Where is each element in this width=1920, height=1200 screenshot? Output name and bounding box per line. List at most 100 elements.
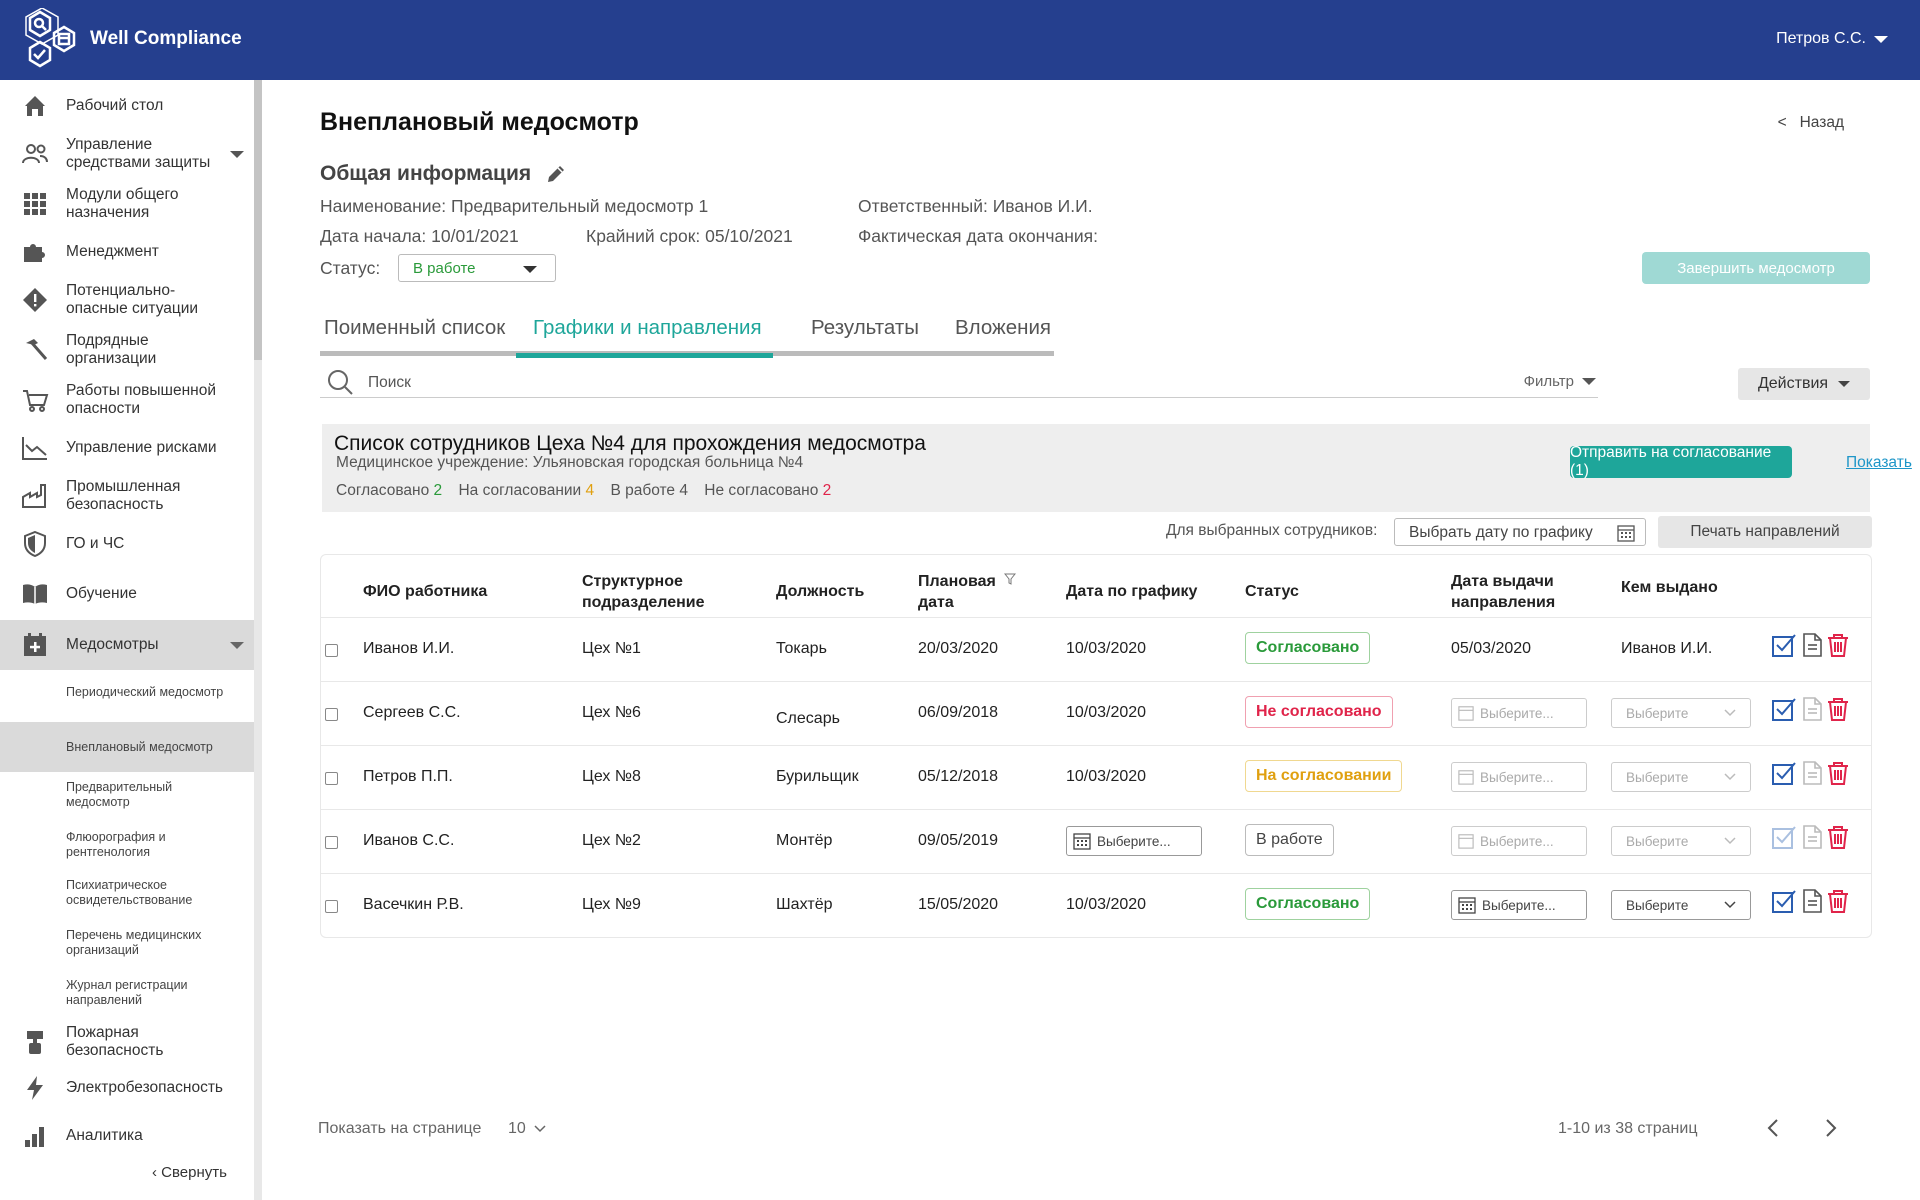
calendar-icon [1458,706,1474,721]
sidebar-subitem-label: Предварительный медосмотр [66,780,173,809]
issued-date-picker[interactable]: Выберите... [1451,762,1587,792]
show-link[interactable]: Показать [1846,454,1912,472]
sidebar-subitem-journal[interactable]: Журнал регистрации направлений [0,978,254,1018]
chevron-right-icon [1826,1119,1837,1137]
tab-attachments[interactable]: Вложения [955,316,1051,356]
cell-position: Бурильщик [776,768,859,785]
sidebar-item-label: Электробезопасность [66,1079,223,1096]
search-icon [328,370,353,395]
document-icon[interactable] [1799,632,1825,658]
sidebar-item-industrial-safety[interactable]: Промышленная безопасность [0,474,254,518]
sidebar-item-analytics[interactable]: Аналитика [0,1116,254,1156]
document-icon[interactable] [1799,760,1825,786]
info-actual-end: Фактическая дата окончания: [858,226,1098,246]
issued-by-select[interactable]: Выберите [1611,826,1751,856]
users-icon [20,139,50,169]
sidebar-item-contractors[interactable]: Подрядные организации [0,328,254,372]
search-input[interactable] [368,374,1268,392]
sidebar-collapse-button[interactable]: ‹ Свернуть [152,1164,227,1181]
filter-button[interactable]: Фильтр [1524,373,1596,390]
actions-button[interactable]: Действия [1738,368,1870,400]
sidebar-item-fire-safety[interactable]: Пожарная безопасность [0,1020,254,1064]
back-button[interactable]: < Назад [1778,114,1844,132]
row-checkbox[interactable] [325,836,338,849]
table-row[interactable]: Васечкин Р.В. Цех №9 Шахтёр 15/05/2020 1… [321,873,1871,937]
trash-icon[interactable] [1825,888,1851,914]
sidebar-item-civil-defense[interactable]: ГО и ЧС [0,524,254,564]
sidebar-item-protection[interactable]: Управление средствами защиты [0,132,254,176]
table-row[interactable]: Иванов С.С. Цех №2 Монтёр 09/05/2019 Выб… [321,809,1871,873]
cell-name: Иванов С.С. [363,832,455,849]
send-for-approval-button[interactable]: Отправить на согласование (1) [1570,444,1792,479]
tab-named-list[interactable]: Поименный список [324,316,505,356]
sidebar-item-hazardous-works[interactable]: Работы повышенной опасности [0,378,254,422]
document-icon[interactable] [1799,888,1825,914]
scheduled-date-picker[interactable]: Выберите... [1066,826,1202,856]
page-size-value: 10 [508,1120,526,1137]
chevron-down-icon [1724,837,1736,845]
table-row[interactable]: Петров П.П. Цех №8 Бурильщик 05/12/2018 … [321,745,1871,809]
select-placeholder: Выберите [1626,705,1689,721]
sidebar-item-risks[interactable]: Управление рисками [0,428,254,468]
next-page-button[interactable] [1816,1110,1846,1146]
sidebar-item-modules[interactable]: Модули общего назначения [0,182,254,226]
issued-date-picker[interactable]: Выберите... [1451,890,1587,920]
trash-icon[interactable] [1825,760,1851,786]
prev-page-button[interactable] [1758,1110,1788,1146]
sidebar-subitem-unscheduled[interactable]: Внеплановый медосмотр [0,722,254,772]
sidebar-subitem-fluorography[interactable]: Флюорография и рентгенология [0,830,254,870]
sidebar-item-training[interactable]: Обучение [0,574,254,614]
approve-check-icon[interactable] [1771,632,1797,658]
row-checkbox[interactable] [325,644,338,657]
sidebar-scrollbar[interactable] [254,80,262,1200]
cell-scheduled-date: 10/03/2020 [1066,896,1147,913]
tab-schedules[interactable]: Графики и направления [533,316,762,356]
scrollbar-thumb[interactable] [254,80,262,360]
tab-results[interactable]: Результаты [811,316,919,356]
table-row[interactable]: Иванов И.И. Цех №1 Токарь 20/03/2020 10/… [321,617,1871,681]
issued-by-select[interactable]: Выберите [1611,698,1751,728]
cell-position: Шахтёр [776,896,833,913]
row-checkbox[interactable] [325,772,338,785]
sidebar-subitem-periodic[interactable]: Периодический медосмотр [0,676,254,708]
sidebar-item-hazards[interactable]: Потенциально-опасные ситуации [0,278,254,322]
puzzle-icon [20,237,50,267]
sidebar-item-electrical-safety[interactable]: Электробезопасность [0,1068,254,1108]
table-row[interactable]: Сергеев С.С. Цех №6 Слесарь 06/09/2018 1… [321,681,1871,745]
sidebar-subitem-medical-orgs[interactable]: Перечень медицинских организаций [0,928,254,968]
sidebar: Рабочий стол Управление средствами защит… [0,80,254,1200]
select-schedule-date-button[interactable]: Выбрать дату по графику [1394,518,1646,546]
sidebar-item-medical[interactable]: Медосмотры [0,620,254,670]
page-size-select[interactable]: 10 [508,1120,546,1138]
filter-funnel-icon[interactable] [1004,573,1016,585]
approve-check-icon[interactable] [1771,824,1797,850]
row-checkbox[interactable] [325,708,338,721]
trash-icon[interactable] [1825,632,1851,658]
sidebar-subitem-psychiatric[interactable]: Психиатрическое освидетельствование [0,878,254,918]
issued-by-select[interactable]: Выберите [1611,890,1751,920]
trash-icon[interactable] [1825,696,1851,722]
print-referrals-button[interactable]: Печать направлений [1658,516,1872,548]
issued-date-picker[interactable]: Выберите... [1451,826,1587,856]
sidebar-item-desktop[interactable]: Рабочий стол [0,86,254,126]
sidebar-item-label: Управление рисками [66,439,217,456]
sidebar-item-management[interactable]: Менеджмент [0,232,254,272]
trash-icon[interactable] [1825,824,1851,850]
row-checkbox[interactable] [325,900,338,913]
document-icon[interactable] [1799,824,1825,850]
sidebar-subitem-preliminary[interactable]: Предварительный медосмотр [0,780,254,820]
document-icon[interactable] [1799,696,1825,722]
user-menu[interactable]: Петров С.С. [1776,30,1888,48]
issued-by-select[interactable]: Выберите [1611,762,1751,792]
approve-check-icon[interactable] [1771,888,1797,914]
sidebar-item-label: Аналитика [66,1127,143,1144]
approve-check-icon[interactable] [1771,760,1797,786]
status-select[interactable]: В работе [398,254,556,282]
sidebar-item-label: ГО и ЧС [66,535,125,552]
finish-exam-button[interactable]: Завершить медосмотр [1642,252,1870,284]
home-icon [20,91,50,121]
issued-date-picker[interactable]: Выберите... [1451,698,1587,728]
pencil-icon[interactable] [545,163,567,185]
sidebar-item-label: Подрядные организации [66,332,157,367]
approve-check-icon[interactable] [1771,696,1797,722]
